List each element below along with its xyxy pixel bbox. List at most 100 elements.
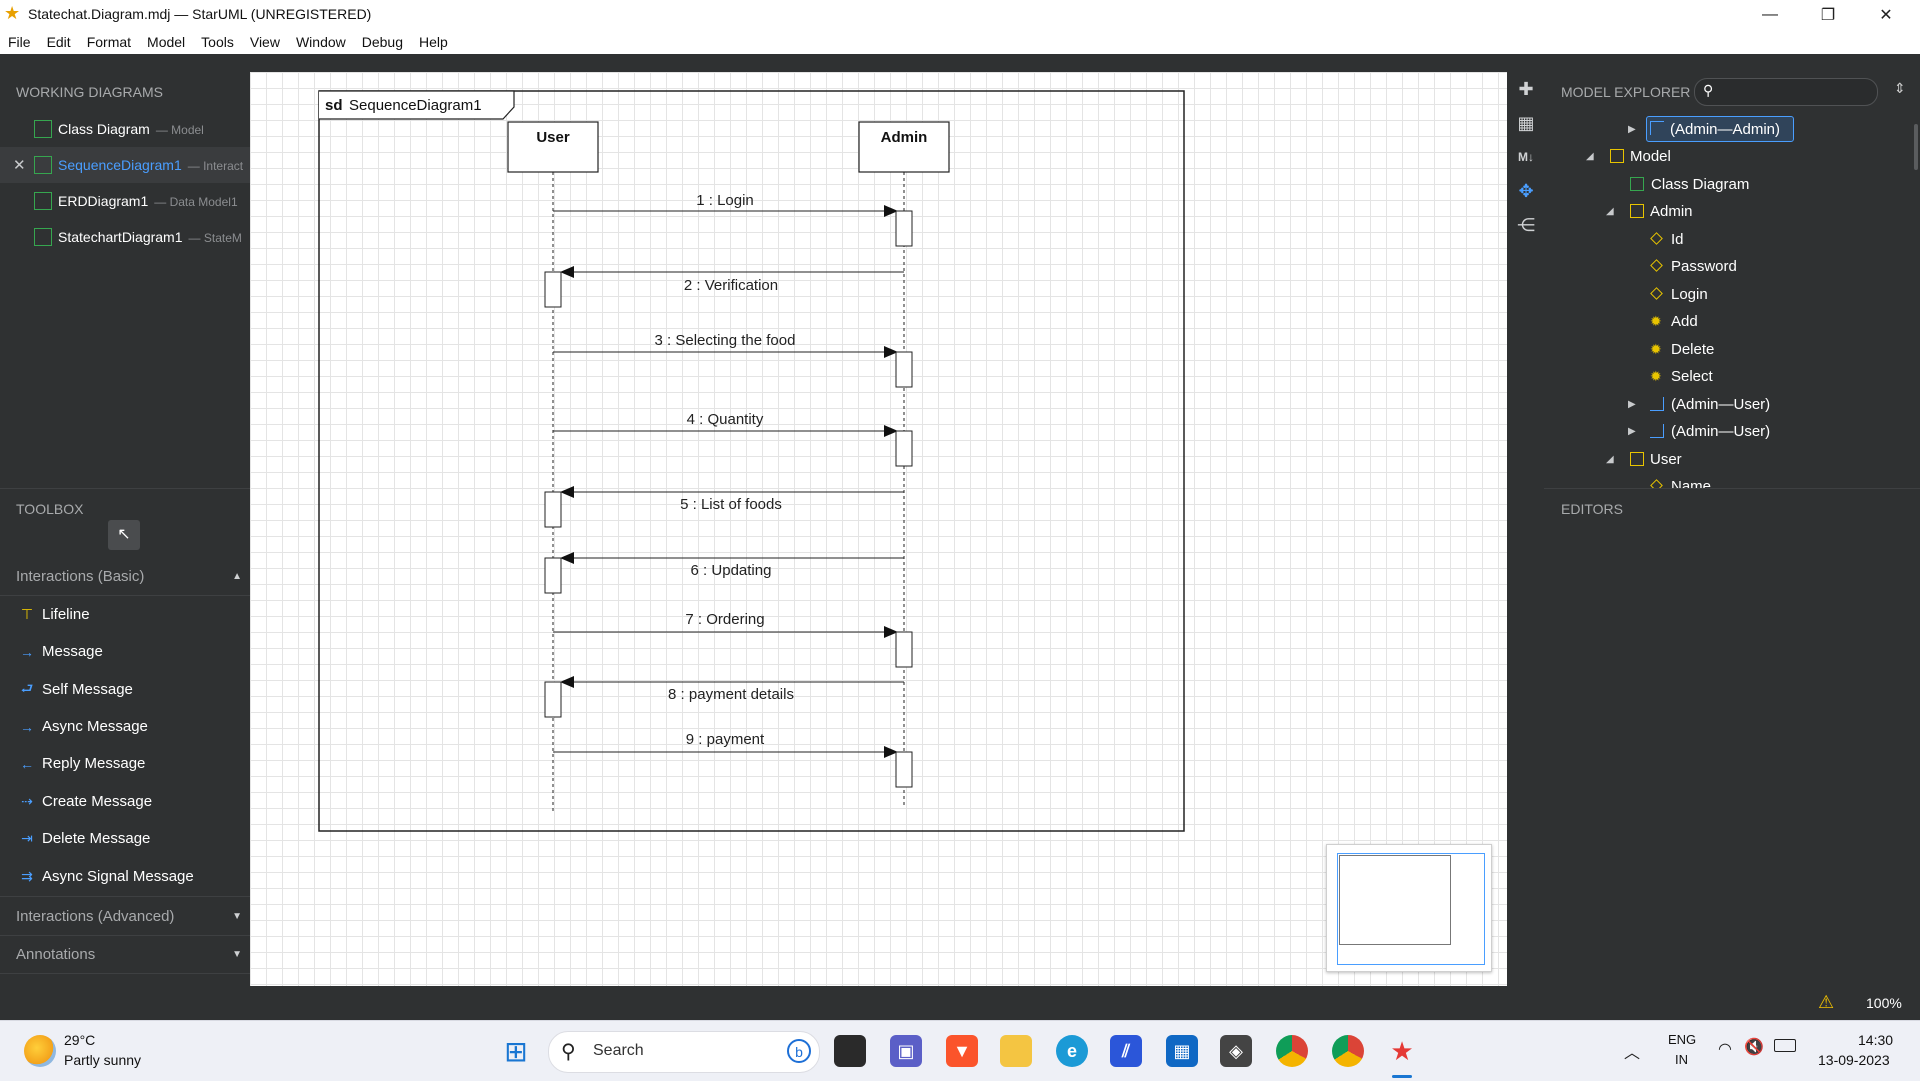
tool-reply-message[interactable]: ← Reply Message xyxy=(0,745,250,782)
tool-label: Lifeline xyxy=(42,606,90,623)
tool-async-signal-message[interactable]: ⇉ Async Signal Message xyxy=(0,858,250,895)
diagram-canvas[interactable]: sd SequenceDiagram1 User Admin 1 : Login… xyxy=(250,72,1507,986)
tree-scrollbar[interactable] xyxy=(1914,124,1918,170)
minimize-button[interactable]: — xyxy=(1742,0,1798,29)
association-icon xyxy=(1650,424,1664,438)
status-bar: ⚠ 100% xyxy=(0,986,1920,1020)
language-indicator[interactable]: ENG xyxy=(1668,1032,1696,1047)
markdown-icon[interactable]: M↓ xyxy=(1515,146,1537,168)
message-label: 6 : Updating xyxy=(691,562,772,579)
collapse-icon[interactable]: ◢ xyxy=(1606,206,1614,217)
bing-icon[interactable]: b xyxy=(787,1039,811,1063)
tool-self-message[interactable]: ⮐ Self Message xyxy=(0,671,250,708)
chrome-icon[interactable] xyxy=(1276,1035,1308,1067)
menu-debug[interactable]: Debug xyxy=(354,34,411,50)
expand-icon[interactable]: ▶ xyxy=(1628,399,1636,410)
working-diagram-item[interactable]: ERDDiagram1 — Data Model1 xyxy=(0,183,250,219)
brave-icon[interactable]: ▼ xyxy=(946,1035,978,1067)
working-diagram-item-active[interactable]: ✕ SequenceDiagram1 — Interact xyxy=(0,147,250,183)
tree-item-label: (Admin—Admin) xyxy=(1670,120,1781,138)
visual-studio-icon[interactable]: ⫽ xyxy=(1110,1035,1142,1067)
menu-window[interactable]: Window xyxy=(288,34,354,50)
association-icon xyxy=(1650,121,1664,135)
tree-item-label: (Admin—User) xyxy=(1671,422,1771,440)
clock-date[interactable]: 13-09-2023 xyxy=(1818,1052,1890,1068)
extensions-icon[interactable]: ✚ xyxy=(1515,78,1537,100)
message-label: 4 : Quantity xyxy=(687,411,764,428)
tree-item-label: Password xyxy=(1671,257,1737,275)
menu-help[interactable]: Help xyxy=(411,34,456,50)
tool-message[interactable]: → Message xyxy=(0,633,250,670)
teams-icon[interactable]: ▣ xyxy=(890,1035,922,1067)
menu-file[interactable]: File xyxy=(0,34,39,50)
create-message-icon: ⇢ xyxy=(21,793,33,809)
activation-bar xyxy=(544,681,562,718)
left-sidebar: WORKING DIAGRAMS Class Diagram — Model ✕ … xyxy=(0,72,250,986)
working-diagram-item[interactable]: StatechartDiagram1 — StateM xyxy=(0,219,250,255)
sort-icon[interactable]: ⇕ xyxy=(1894,80,1906,97)
unity-icon[interactable]: ◈ xyxy=(1220,1035,1252,1067)
tool-label: Self Message xyxy=(42,681,133,698)
weather-icon[interactable] xyxy=(24,1035,56,1067)
wifi-icon[interactable]: ◠ xyxy=(1718,1039,1732,1059)
toolbox-group-annotations[interactable]: Annotations ▼ xyxy=(0,935,250,974)
sequence-diagram[interactable]: sd SequenceDiagram1 User Admin 1 : Login… xyxy=(250,72,1507,986)
menu-edit[interactable]: Edit xyxy=(39,34,79,50)
tool-lifeline[interactable]: ⊤ Lifeline xyxy=(0,596,250,633)
working-diagram-sub: — Model xyxy=(155,123,204,137)
taskbar-search-box[interactable]: ⚲ Search b xyxy=(548,1031,820,1073)
tool-delete-message[interactable]: ⇥ Delete Message xyxy=(0,820,250,857)
weather-desc: Partly sunny xyxy=(64,1052,142,1068)
message-label: 1 : Login xyxy=(696,192,754,209)
microsoft-store-icon[interactable]: ▦ xyxy=(1166,1035,1198,1067)
tool-async-message[interactable]: → Async Message xyxy=(0,708,250,745)
warning-icon[interactable]: ⚠ xyxy=(1818,992,1834,1013)
working-diagram-sub: — Data Model1 xyxy=(154,195,238,209)
menu-view[interactable]: View xyxy=(242,34,288,50)
working-diagram-item[interactable]: Class Diagram — Model xyxy=(0,111,250,147)
toolbar-strip xyxy=(0,54,1920,72)
expand-icon[interactable]: ▶ xyxy=(1628,426,1636,437)
chevron-up-icon[interactable]: ︿ xyxy=(1624,1039,1640,1063)
model-search-input[interactable]: ⚲ xyxy=(1694,78,1878,106)
active-app-indicator xyxy=(1392,1075,1412,1078)
close-button[interactable]: ✕ xyxy=(1858,0,1914,29)
message-label: 5 : List of foods xyxy=(680,496,782,513)
collapse-icon[interactable]: ◢ xyxy=(1586,151,1594,162)
close-diagram-icon[interactable]: ✕ xyxy=(13,156,26,174)
file-explorer-icon[interactable] xyxy=(1000,1035,1032,1067)
staruml-taskbar-icon[interactable]: ★ xyxy=(1386,1035,1418,1067)
clock-time[interactable]: 14:30 xyxy=(1858,1032,1893,1048)
tree-item[interactable]: ▶ (Admin—Admin) xyxy=(1544,116,1920,142)
message-label: 8 : payment details xyxy=(668,686,794,703)
toolbox-group-basic[interactable]: Interactions (Basic) ▲ xyxy=(0,557,250,596)
tool-create-message[interactable]: ⇢ Create Message xyxy=(0,783,250,820)
search-icon: ⚲ xyxy=(1703,82,1714,98)
start-icon[interactable]: ⊞ xyxy=(500,1035,532,1067)
expand-icon[interactable]: ▶ xyxy=(1628,124,1636,135)
select-tool-button[interactable]: ↖ xyxy=(108,520,140,550)
menu-tools[interactable]: Tools xyxy=(193,34,242,50)
association-icon xyxy=(1650,397,1664,411)
tool-label: Async Message xyxy=(42,718,148,735)
layout-icon[interactable]: ▦ xyxy=(1515,112,1537,134)
task-view-icon[interactable] xyxy=(834,1035,866,1067)
edge-icon[interactable]: e xyxy=(1056,1035,1088,1067)
toolbox-group-advanced[interactable]: Interactions (Advanced) ▼ xyxy=(0,896,250,936)
battery-icon[interactable] xyxy=(1774,1039,1796,1052)
region-indicator[interactable]: IN xyxy=(1675,1052,1688,1067)
restore-button[interactable]: ❐ xyxy=(1800,0,1856,29)
volume-muted-icon[interactable]: 🔇 xyxy=(1744,1037,1764,1057)
minimap[interactable] xyxy=(1326,844,1492,972)
zoom-level[interactable]: 100% xyxy=(1866,995,1902,1011)
chrome-profile-icon[interactable] xyxy=(1332,1035,1364,1067)
share-icon[interactable]: ⋲ xyxy=(1515,214,1537,236)
working-diagram-name: Class Diagram xyxy=(58,121,150,137)
collapse-icon: ▲ xyxy=(232,570,242,582)
navigator-icon[interactable]: ✥ xyxy=(1515,180,1537,202)
statechart-diagram-icon xyxy=(34,228,52,246)
menu-model[interactable]: Model xyxy=(139,34,193,50)
activation-bar xyxy=(544,271,562,308)
menu-format[interactable]: Format xyxy=(79,34,139,50)
collapse-icon[interactable]: ◢ xyxy=(1606,454,1614,465)
